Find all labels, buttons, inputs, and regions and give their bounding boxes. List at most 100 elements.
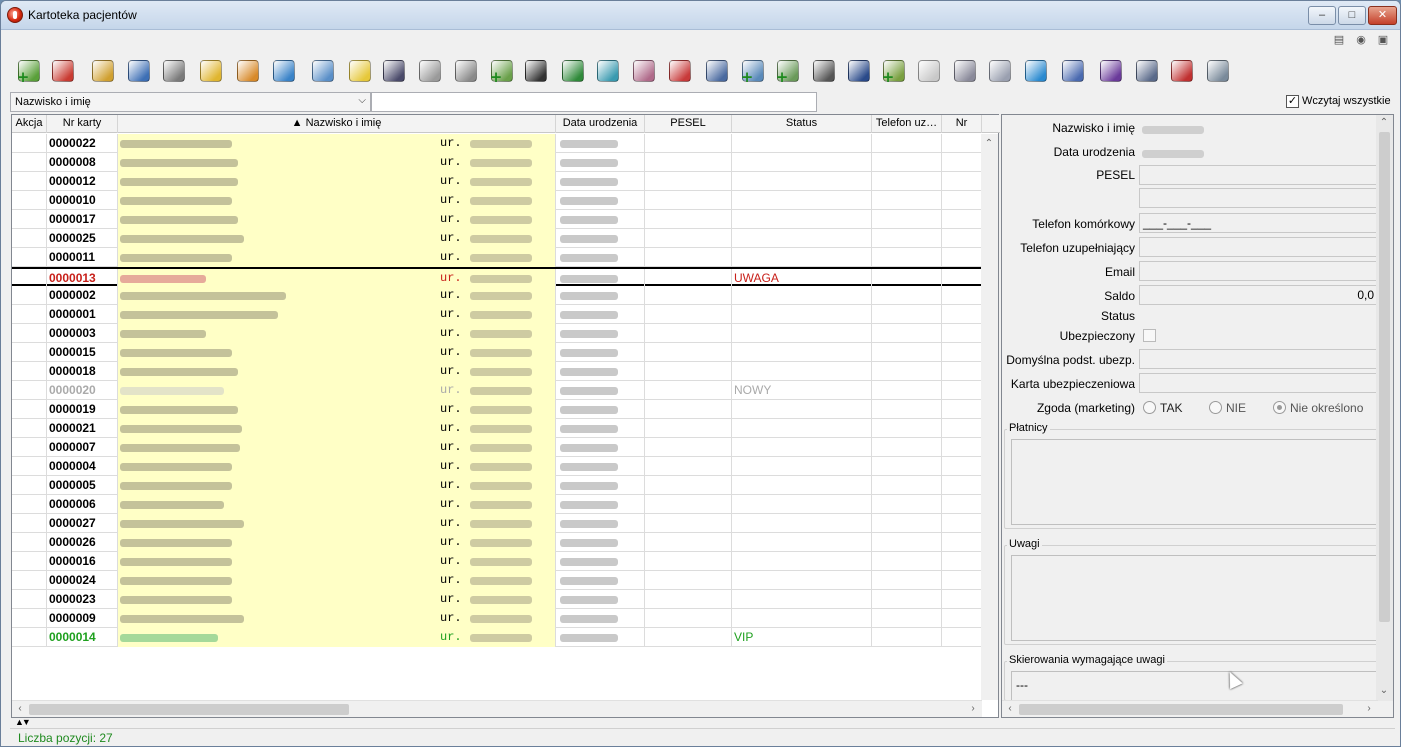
search-input[interactable] (371, 92, 817, 112)
consent-no-radio[interactable] (1209, 401, 1222, 414)
patient-card-icon[interactable] (379, 56, 411, 86)
add-user-icon[interactable]: + (879, 56, 911, 86)
action-cell[interactable] (12, 476, 47, 495)
test-tubes-icon[interactable] (665, 56, 697, 86)
patient-money-icon[interactable] (233, 56, 265, 86)
consent-unspecified-radio[interactable] (1273, 401, 1286, 414)
table-row[interactable]: 0000021 ur. (12, 419, 982, 438)
action-cell[interactable] (12, 400, 47, 419)
action-cell[interactable] (12, 571, 47, 590)
scroll-up-icon[interactable]: ⌃ (981, 136, 997, 152)
add-attachment-icon[interactable]: + (487, 56, 519, 86)
close-button[interactable]: ✕ (1368, 6, 1397, 25)
checklist-icon[interactable] (558, 56, 590, 86)
action-cell[interactable] (12, 343, 47, 362)
pesel-field[interactable] (1139, 165, 1377, 185)
table-row[interactable]: 0000010 ur. (12, 191, 982, 210)
action-cell[interactable] (12, 191, 47, 210)
gears-icon[interactable] (985, 56, 1017, 86)
report-icon[interactable] (1203, 56, 1235, 86)
notes-box[interactable] (1011, 555, 1377, 641)
pesel-extra-field[interactable] (1139, 188, 1377, 208)
column-header-4[interactable]: Data urodzenia (556, 115, 645, 133)
column-header-6[interactable]: Status (732, 115, 872, 133)
table-row[interactable]: 0000009 ur. (12, 609, 982, 628)
table-row[interactable]: 0000025 ur. (12, 229, 982, 248)
action-cell[interactable] (12, 172, 47, 191)
add-folder-icon[interactable]: + (738, 56, 770, 86)
grid-hscroll-thumb[interactable] (29, 704, 349, 715)
search-field-select[interactable]: Nazwisko i imię ⌵ (10, 92, 371, 112)
table-row[interactable]: 0000004 ur. (12, 457, 982, 476)
table-row[interactable]: 0000019 ur. (12, 400, 982, 419)
attachment-icon[interactable] (451, 56, 483, 86)
action-cell[interactable] (12, 552, 47, 571)
mobile-field[interactable]: ___-___-___ (1139, 213, 1377, 233)
table-row[interactable]: 0000002 ur. (12, 286, 982, 305)
consent-yes-radio[interactable] (1143, 401, 1156, 414)
maximize-button[interactable]: □ (1338, 6, 1366, 25)
panel-vscroll-thumb[interactable] (1379, 132, 1390, 622)
table-row[interactable]: 0000008 ur. (12, 153, 982, 172)
column-header-7[interactable]: Telefon uz… (872, 115, 942, 133)
action-cell[interactable] (12, 248, 47, 267)
panel-hscroll-thumb[interactable] (1019, 704, 1343, 715)
list-view-icon[interactable]: ▤ (1332, 33, 1346, 47)
grid-horizontal-scrollbar[interactable]: ‹ › (12, 700, 982, 717)
panel-scroll-down-icon[interactable]: ⌄ (1376, 683, 1392, 699)
phone2-field[interactable] (1139, 237, 1377, 257)
panel-scroll-up-icon[interactable]: ⌃ (1376, 115, 1392, 131)
table-row[interactable]: 0000003 ur. (12, 324, 982, 343)
table-row[interactable]: 0000001 ur. (12, 305, 982, 324)
action-cell[interactable] (12, 153, 47, 172)
action-cell[interactable] (12, 533, 47, 552)
panel-scroll-left-icon[interactable]: ‹ (1002, 701, 1018, 717)
payers-list[interactable] (1011, 439, 1377, 525)
patient-edit-icon[interactable] (308, 56, 340, 86)
edit-patient-icon[interactable] (88, 56, 120, 86)
patient-report-icon[interactable] (629, 56, 661, 86)
email-field[interactable] (1139, 261, 1377, 281)
add-patient-icon[interactable]: + (14, 56, 46, 86)
eye-icon[interactable]: ◉ (1354, 33, 1368, 47)
table-row[interactable]: 0000012 ur. (12, 172, 982, 191)
card-icon[interactable] (124, 56, 156, 86)
action-cell[interactable] (12, 305, 47, 324)
action-cell[interactable] (12, 286, 47, 305)
minimize-button[interactable]: – (1308, 6, 1336, 25)
sad-face-icon[interactable] (345, 56, 377, 86)
table-row[interactable]: 0000006 ur. (12, 495, 982, 514)
default-insurance-field[interactable] (1139, 349, 1377, 369)
sum-icon[interactable] (1096, 56, 1128, 86)
warning-checklist-icon[interactable] (1167, 56, 1199, 86)
column-header-1[interactable]: Akcja (12, 115, 47, 133)
action-cell[interactable] (12, 438, 47, 457)
insured-checkbox[interactable] (1143, 329, 1156, 342)
document-icon[interactable] (415, 56, 447, 86)
panel-horizontal-scrollbar[interactable]: ‹ › (1002, 700, 1378, 717)
load-all-checkbox[interactable]: ✓ (1286, 95, 1299, 108)
table-row[interactable]: 0000026 ur. (12, 533, 982, 552)
patient-search-icon[interactable] (159, 56, 191, 86)
folder-user-icon[interactable] (196, 56, 228, 86)
panel-scroll-right-icon[interactable]: › (1361, 701, 1377, 717)
table-row[interactable]: 0000020 ur. NOWY (12, 381, 982, 400)
table-row[interactable]: 0000027 ur. (12, 514, 982, 533)
column-header-8[interactable]: Nr (942, 115, 982, 133)
table-row[interactable]: 0000017 ur. (12, 210, 982, 229)
table-row[interactable]: 0000005 ur. (12, 476, 982, 495)
action-cell[interactable] (12, 495, 47, 514)
screen-icon[interactable]: ▣ (1376, 33, 1390, 47)
calendar-icon[interactable] (269, 56, 301, 86)
scroll-right-icon[interactable]: › (965, 701, 981, 717)
action-cell[interactable] (12, 457, 47, 476)
referrals-box[interactable]: --- (1011, 671, 1377, 701)
print-list-icon[interactable] (1132, 56, 1164, 86)
table-row[interactable]: 0000007 ur. (12, 438, 982, 457)
action-cell[interactable] (12, 514, 47, 533)
action-cell[interactable] (12, 324, 47, 343)
action-cell[interactable] (12, 590, 47, 609)
action-cell[interactable] (12, 134, 47, 153)
action-cell[interactable] (12, 628, 47, 647)
refresh-icon[interactable] (1021, 56, 1053, 86)
